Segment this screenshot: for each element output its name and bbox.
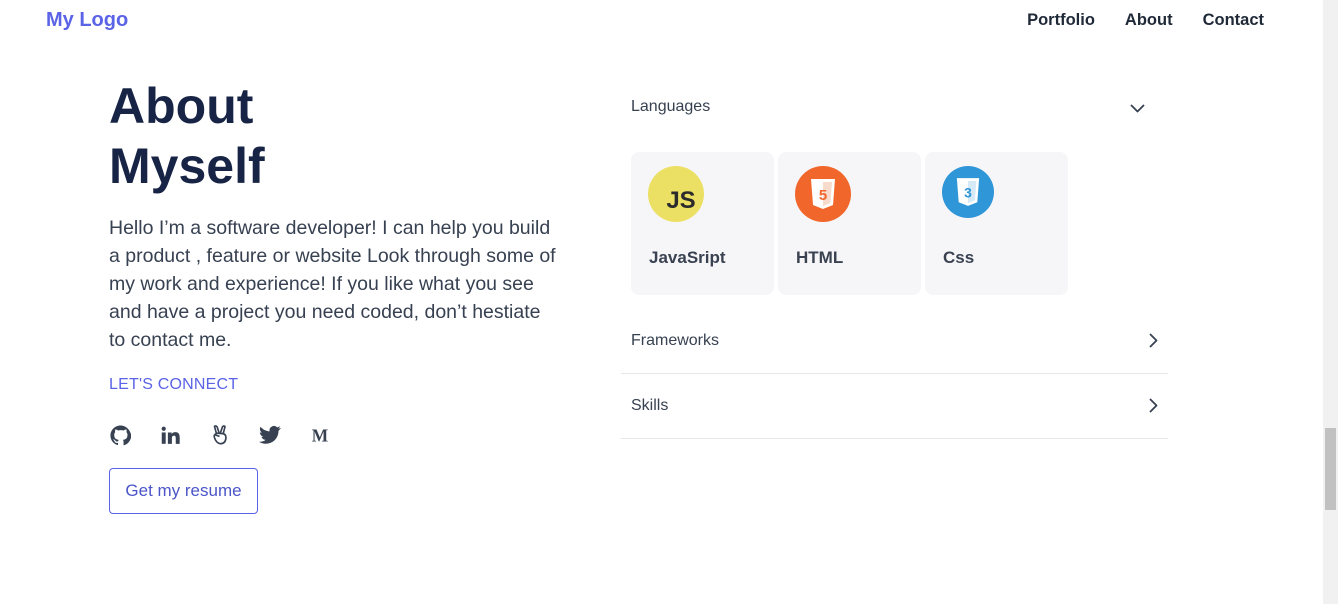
page: My Logo Portfolio About Contact About My… [0,0,1323,604]
page-title-line1: About [109,78,254,134]
page-title-line2: Myself [109,138,265,194]
nav-portfolio[interactable]: Portfolio [1027,11,1095,30]
vertical-scrollbar[interactable] [1323,0,1338,604]
language-card-css: 3 Css [925,152,1068,295]
js-icon: JS [648,166,704,222]
nav-about[interactable]: About [1125,11,1173,30]
language-name: JavaSript [649,248,726,267]
accordion-skills[interactable]: Skills [631,397,668,415]
svg-text:3: 3 [964,185,972,201]
chevron-right-icon[interactable] [1145,397,1162,419]
svg-text:M: M [312,425,328,445]
github-icon[interactable] [109,424,131,446]
lets-connect-label: LET'S CONNECT [109,376,239,393]
medium-icon[interactable]: M [309,424,331,446]
language-name: HTML [796,248,844,267]
chevron-down-icon[interactable] [1129,100,1146,122]
css3-icon: 3 [942,166,994,218]
get-resume-button[interactable]: Get my resume [109,468,258,514]
logo-link[interactable]: My Logo [46,9,128,32]
languages-list: JS JavaSript 5 HTML 3 Css [631,152,1068,295]
language-card-javascript: JS JavaSript [631,152,774,295]
scrollbar-thumb[interactable] [1325,428,1336,510]
language-card-html: 5 HTML [778,152,921,295]
page-title: About Myself [109,76,265,196]
svg-text:5: 5 [819,187,827,204]
language-name: Css [943,248,975,267]
linkedin-icon[interactable] [159,424,181,446]
twitter-icon[interactable] [259,424,281,446]
nav-contact[interactable]: Contact [1203,11,1264,30]
angellist-icon[interactable] [209,424,231,446]
html5-icon: 5 [795,166,851,222]
divider [621,438,1168,439]
accordion-languages[interactable]: Languages [631,98,710,116]
divider [621,373,1168,374]
main-nav: Portfolio About Contact [1027,11,1264,30]
accordion-frameworks[interactable]: Frameworks [631,332,719,350]
chevron-right-icon[interactable] [1145,332,1162,354]
social-links: M [109,424,331,446]
intro-text: Hello I’m a software developer! I can he… [109,217,556,351]
